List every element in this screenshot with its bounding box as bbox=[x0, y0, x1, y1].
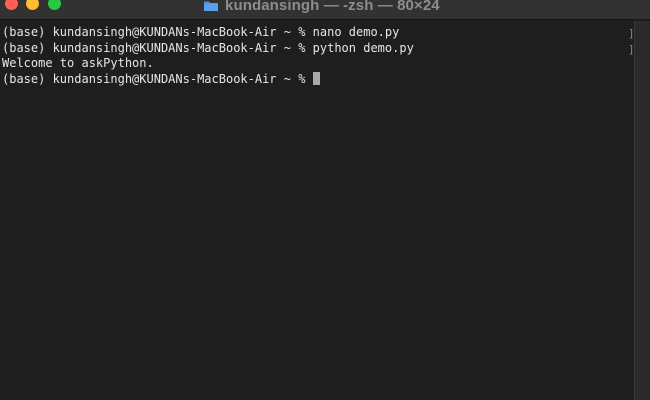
window-title: kundansingh — -zsh — 80×24 bbox=[225, 0, 440, 14]
folder-icon bbox=[203, 0, 219, 12]
minimize-window-button[interactable] bbox=[26, 0, 39, 10]
vertical-scrollbar[interactable] bbox=[634, 21, 650, 400]
terminal-window: kundansingh — -zsh — 80×24 (base) kundan… bbox=[0, 0, 650, 400]
text-cursor bbox=[312, 71, 320, 85]
terminal-content[interactable]: (base) kundansingh@KUNDANs-MacBook-Air ~… bbox=[0, 22, 634, 400]
terminal-line: (base) kundansingh@KUNDANs-MacBook-Air ~… bbox=[2, 25, 400, 39]
terminal-prompt-line: (base) kundansingh@KUNDANs-MacBook-Air ~… bbox=[2, 71, 634, 88]
terminal-line: Welcome to askPython. bbox=[2, 56, 154, 70]
terminal-line: (base) kundansingh@KUNDANs-MacBook-Air ~… bbox=[2, 40, 414, 55]
prompt-text: (base) kundansingh@KUNDANs-MacBook-Air ~… bbox=[2, 71, 313, 86]
zoom-window-button[interactable] bbox=[48, 0, 61, 10]
window-title-area: kundansingh — -zsh — 80×24 bbox=[203, 0, 440, 14]
title-bar[interactable]: kundansingh — -zsh — 80×24 bbox=[0, 0, 650, 20]
close-window-button[interactable] bbox=[5, 0, 18, 10]
